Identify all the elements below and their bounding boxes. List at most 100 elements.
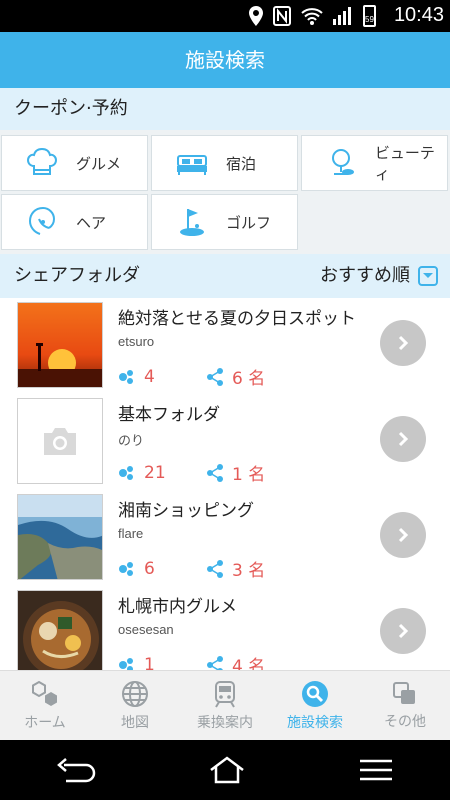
chevron-right-icon <box>398 527 409 543</box>
sort-label: おすすめ順 <box>320 265 410 286</box>
share-count-value: 1 名 <box>232 465 266 485</box>
golf-icon <box>172 202 212 242</box>
status-icons: 59 <box>249 5 376 27</box>
hair-icon <box>22 202 62 242</box>
nfc-icon <box>273 6 291 26</box>
category-hair[interactable]: ヘア <box>1 194 148 250</box>
folder-row[interactable]: 札幌市内グルメ osesesan 1 4 名 <box>0 586 450 670</box>
folder-list: 絶対落とせる夏の夕日スポット etsuro 4 6 名 基本フォルダ のり 21 <box>0 298 450 670</box>
category-golf[interactable]: ゴルフ <box>151 194 298 250</box>
share-count-value: 6 名 <box>232 369 266 389</box>
chef-hat-icon <box>22 143 62 183</box>
tab-home[interactable]: ホーム <box>0 671 90 740</box>
chevron-right-icon <box>398 431 409 447</box>
folder-title: 札幌市内グルメ <box>118 597 237 617</box>
category-label: ビューティ <box>374 144 435 183</box>
more-squares-icon <box>393 681 415 704</box>
share-count: 3 名 <box>206 556 294 581</box>
open-folder-button[interactable] <box>380 512 426 558</box>
category-beauty[interactable]: ビューティ <box>301 135 448 191</box>
item-count-value: 21 <box>144 462 166 483</box>
share-count-value: 3 名 <box>232 561 266 581</box>
folder-title: 絶対落とせる夏の夕日スポット <box>118 309 356 329</box>
open-folder-button[interactable] <box>380 608 426 654</box>
tab-label: 乗換案内 <box>197 714 253 731</box>
folder-thumbnail-sunset <box>17 302 103 388</box>
folder-user: flare <box>118 526 144 541</box>
share-icon <box>207 367 223 386</box>
category-lodging[interactable]: 宿泊 <box>151 135 298 191</box>
category-label: 宿泊 <box>226 154 257 173</box>
item-count: 4 <box>118 367 206 387</box>
open-folder-button[interactable] <box>380 416 426 462</box>
category-label: ゴルフ <box>226 213 272 232</box>
folder-user: etsuro <box>118 334 155 349</box>
menu-icon[interactable] <box>358 758 394 782</box>
category-label: ヘア <box>76 213 107 232</box>
cluster-icon <box>119 561 133 576</box>
chevron-right-icon <box>398 335 409 351</box>
folder-stats: 21 1 名 <box>118 460 294 485</box>
category-gourmet[interactable]: グルメ <box>1 135 148 191</box>
bed-icon <box>172 143 212 183</box>
status-bar: 59 10:43 <box>0 0 450 32</box>
share-count: 4 名 <box>206 652 294 670</box>
back-icon[interactable] <box>56 757 96 783</box>
chevron-down-icon <box>418 266 438 286</box>
item-count: 6 <box>118 559 206 579</box>
home-icon[interactable] <box>207 755 247 785</box>
system-nav-bar <box>0 740 450 800</box>
item-count-value: 6 <box>144 558 155 579</box>
tab-label: 施設検索 <box>287 714 343 731</box>
wifi-icon <box>301 8 323 25</box>
coupon-section-header: クーポン·予約 <box>0 88 450 130</box>
coupon-category-grid: グルメ 宿泊 ビューティ ヘア ゴルフ <box>0 130 450 254</box>
mirror-icon <box>322 143 361 183</box>
share-folder-title: シェアフォルダ <box>14 265 140 286</box>
bottom-tab-bar: ホーム 地図 乗換案内 施設検索 その他 <box>0 670 450 740</box>
open-folder-button[interactable] <box>380 320 426 366</box>
item-count: 21 <box>118 463 206 483</box>
battery-icon: 59 <box>363 5 376 27</box>
category-label: グルメ <box>76 154 122 173</box>
cluster-icon <box>119 369 133 384</box>
coupon-section-title: クーポン·予約 <box>14 98 128 119</box>
folder-row[interactable]: 絶対落とせる夏の夕日スポット etsuro 4 6 名 <box>0 298 450 394</box>
tab-label: その他 <box>384 713 426 730</box>
folder-title: 湘南ショッピング <box>118 501 254 521</box>
tab-map[interactable]: 地図 <box>90 671 180 740</box>
share-count: 1 名 <box>206 460 294 485</box>
folder-thumbnail-ramen <box>17 590 103 670</box>
item-count-value: 1 <box>144 654 155 671</box>
camera-icon <box>44 428 76 455</box>
folder-thumbnail-placeholder <box>17 398 103 484</box>
tab-label: 地図 <box>121 714 149 731</box>
sort-dropdown[interactable]: おすすめ順 <box>320 254 438 298</box>
folder-row[interactable]: 湘南ショッピング flare 6 3 名 <box>0 490 450 586</box>
globe-icon <box>122 680 148 707</box>
signal-icon <box>333 7 351 25</box>
folder-stats: 1 4 名 <box>118 652 294 670</box>
facility-search-icon <box>302 680 328 707</box>
cluster-icon <box>119 465 133 480</box>
share-count-value: 4 名 <box>232 657 266 670</box>
item-count: 1 <box>118 654 206 671</box>
share-icon <box>207 655 223 670</box>
folder-user: のり <box>118 433 145 448</box>
share-icon <box>207 463 223 482</box>
tab-facility-search[interactable]: 施設検索 <box>270 671 360 740</box>
item-count-value: 4 <box>144 366 155 387</box>
share-count: 6 名 <box>206 364 294 389</box>
folder-row[interactable]: 基本フォルダ のり 21 1 名 <box>0 394 450 490</box>
folder-stats: 4 6 名 <box>118 364 294 389</box>
share-folder-header: シェアフォルダ おすすめ順 <box>0 254 450 298</box>
folder-thumbnail-coast <box>17 494 103 580</box>
tab-label: ホーム <box>24 714 66 731</box>
share-icon <box>207 559 223 578</box>
tab-transit[interactable]: 乗換案内 <box>180 671 270 740</box>
tab-more[interactable]: その他 <box>360 671 450 740</box>
cluster-icon <box>119 657 133 670</box>
location-icon <box>249 6 263 26</box>
train-icon <box>215 680 235 708</box>
hexagon-home-icon <box>32 680 57 706</box>
